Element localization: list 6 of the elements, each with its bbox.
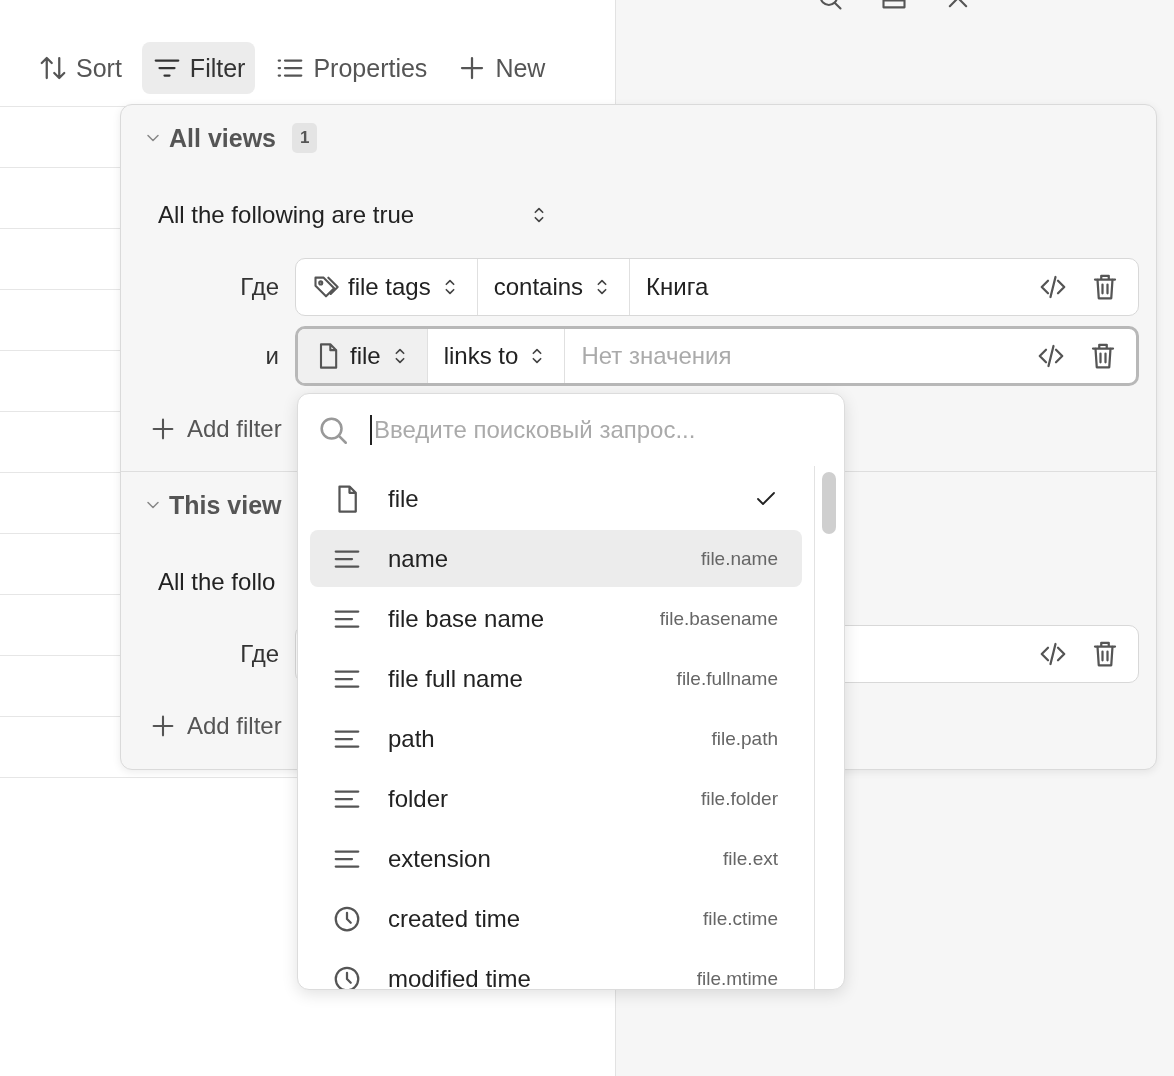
filter-prefix: и (264, 342, 279, 370)
section-title: This view (169, 490, 282, 520)
section-title: All views (169, 123, 276, 153)
filter-prefix: Где (239, 273, 279, 301)
filter-prefix: Где (239, 640, 279, 668)
count-badge: 1 (292, 123, 318, 153)
